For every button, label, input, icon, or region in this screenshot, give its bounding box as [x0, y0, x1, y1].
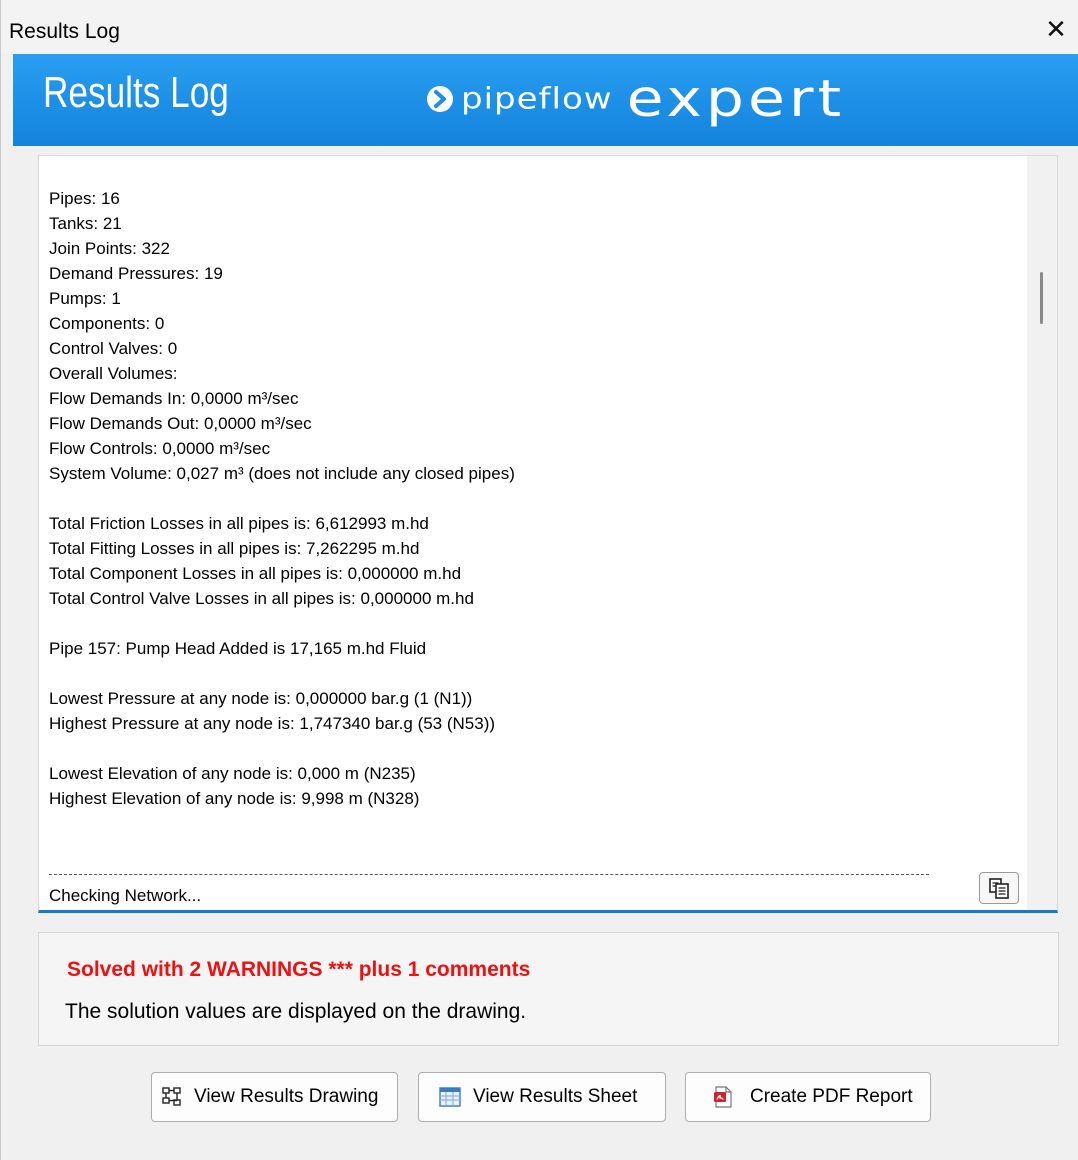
title-bar: Results Log ✕	[1, 0, 1078, 54]
view-results-sheet-label: View Results Sheet	[473, 1086, 638, 1107]
log-line: Flow Demands Out: 0,0000 m³/sec	[49, 414, 312, 433]
log-line: Total Component Losses in all pipes is: …	[49, 564, 462, 583]
log-line: Flow Controls: 0,0000 m³/sec	[49, 439, 271, 458]
brand-logo: pipeflow expert	[425, 64, 845, 134]
log-blank-line	[49, 486, 1009, 511]
vertical-scrollbar[interactable]	[1027, 156, 1057, 910]
log-blank-line	[49, 611, 1009, 636]
banner-title: Results Log	[43, 68, 229, 117]
header-banner: Results Log pipeflow expert	[13, 54, 1078, 146]
separator-line	[49, 874, 929, 875]
log-line: System Volume: 0,027 m³ (does not includ…	[49, 464, 515, 483]
log-line: Flow Demands In: 0,0000 m³/sec	[49, 389, 299, 408]
log-line: Pipe 157: Pump Head Added is 17,165 m.hd…	[49, 639, 427, 658]
copy-icon	[989, 878, 1009, 899]
log-line: Join Points: 322	[49, 239, 170, 258]
create-pdf-report-button[interactable]: Create PDF Report	[685, 1072, 931, 1122]
window-title: Results Log	[9, 20, 120, 43]
solve-status-box: Solved with 2 WARNINGS *** plus 1 commen…	[38, 932, 1059, 1046]
log-line: Pumps: 1	[49, 289, 121, 308]
log-panel[interactable]: Pipes: 16 Tanks: 21 Join Points: 322 Demand…	[38, 155, 1058, 913]
log-line: Lowest Pressure at any node is: 0,000000…	[49, 689, 473, 708]
results-log-window: Results Log ✕ Results Log pipeflow exper…	[0, 0, 1078, 1160]
solve-status-headline: Solved with 2 WARNINGS *** plus 1 commen…	[67, 958, 531, 981]
log-line: Demand Pressures: 19	[49, 264, 223, 283]
log-line: Pipes: 16	[49, 189, 120, 208]
log-line: Tanks: 21	[49, 214, 122, 233]
create-pdf-report-label: Create PDF Report	[750, 1086, 913, 1107]
view-results-sheet-button[interactable]: View Results Sheet	[418, 1072, 666, 1122]
view-results-drawing-button[interactable]: View Results Drawing	[151, 1072, 398, 1122]
solve-status-message: The solution values are displayed on the…	[65, 1000, 527, 1023]
network-drawing-icon	[162, 1087, 181, 1106]
log-line: Total Control Valve Losses in all pipes …	[49, 589, 474, 608]
close-button[interactable]: ✕	[1043, 16, 1069, 42]
brand-pipeflow-text: pipeflow	[461, 82, 613, 116]
log-status-line: Checking Network...	[49, 886, 202, 905]
log-line: Components: 0	[49, 314, 165, 333]
log-line: Total Fitting Losses in all pipes is: 7,…	[49, 539, 420, 558]
view-results-drawing-label: View Results Drawing	[194, 1086, 379, 1107]
log-line: Lowest Elevation of any node is: 0,000 m…	[49, 764, 416, 783]
scroll-thumb[interactable]	[1040, 272, 1043, 324]
log-line: Control Valves: 0	[49, 339, 178, 358]
log-line: Total Friction Losses in all pipes is: 6…	[49, 514, 429, 533]
log-line: Overall Volumes:	[49, 364, 178, 383]
log-line: Highest Pressure at any node is: 1,74734…	[49, 714, 496, 733]
chevron-right-circle-icon	[427, 86, 453, 112]
log-line: Highest Elevation of any node is: 9,998 …	[49, 789, 420, 808]
log-blank-line	[49, 661, 1009, 686]
pdf-icon	[714, 1086, 732, 1108]
log-blank-line	[49, 736, 1009, 761]
log-text: Pipes: 16 Tanks: 21 Join Points: 322 Demand…	[49, 186, 1009, 811]
brand-expert-text: expert	[626, 69, 846, 129]
spreadsheet-icon	[439, 1087, 461, 1107]
copy-button[interactable]	[979, 872, 1019, 904]
